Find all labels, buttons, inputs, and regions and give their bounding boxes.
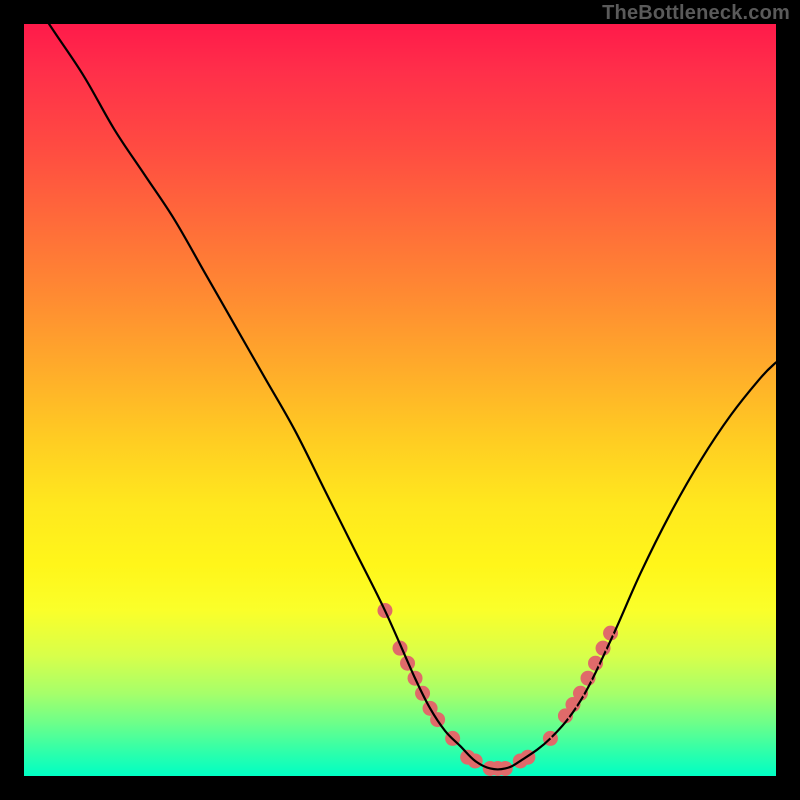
highlight-markers [377, 603, 618, 776]
chart-svg [24, 24, 776, 776]
watermark-text: TheBottleneck.com [602, 2, 790, 25]
